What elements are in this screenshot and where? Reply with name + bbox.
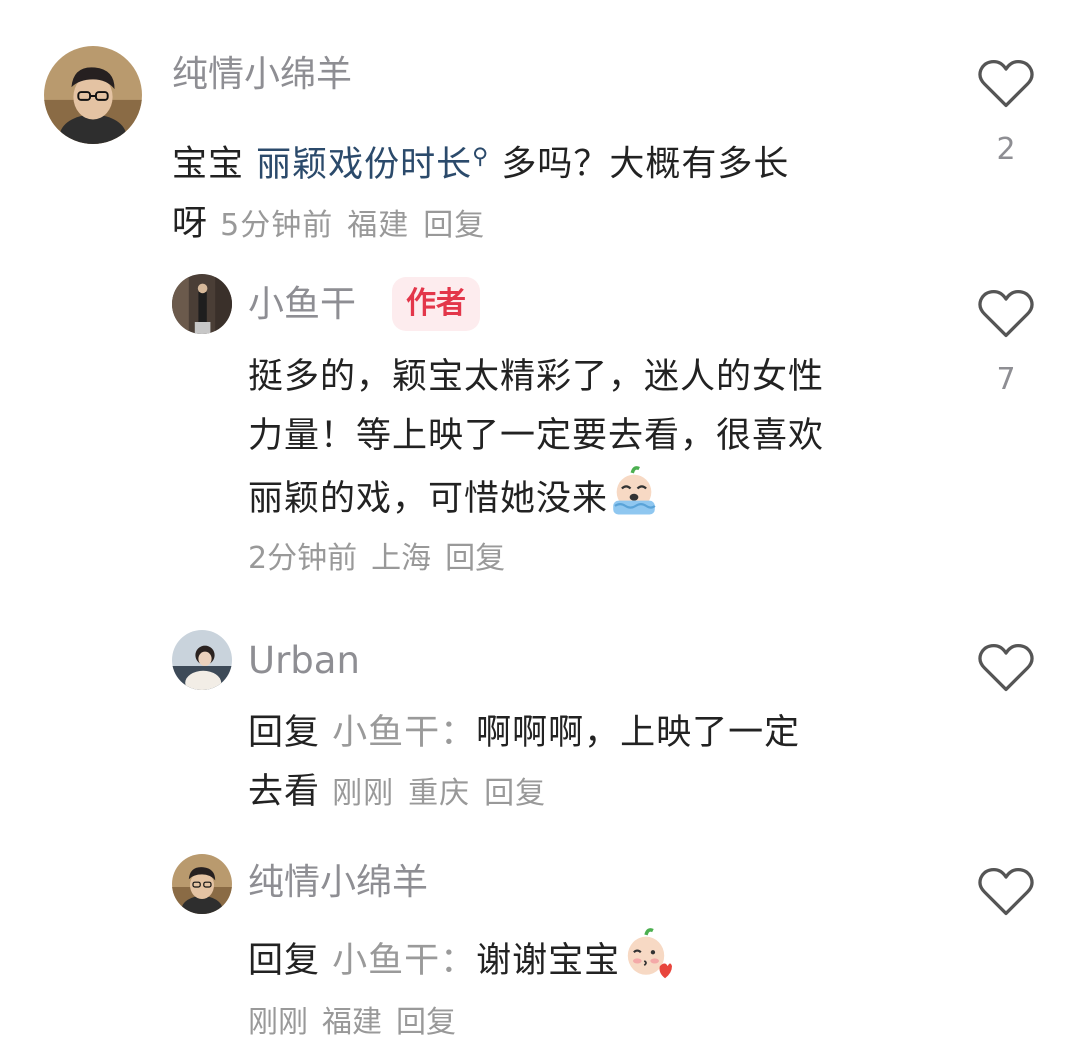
avatar[interactable] [172,854,232,914]
comment-text-part: 宝宝 [172,144,257,185]
reply-prefix: 回复 [248,713,321,753]
avatar[interactable] [172,274,232,334]
timestamp: 刚刚 [248,1005,308,1040]
location: 上海 [371,541,432,576]
timestamp: 5分钟前 [220,207,334,243]
username[interactable]: Urban [248,636,360,686]
comment-meta: 2分钟前 上海 回复 [248,536,519,582]
reply-prefix: 回复 [248,941,321,981]
username[interactable]: 纯情小绵羊 [172,50,352,100]
reply-to-username[interactable]: 小鱼干： [332,713,476,753]
crying-face-emoji [608,466,660,518]
reply-button[interactable]: 回复 [484,776,546,811]
comment-meta: 刚刚 福建 回复 [248,1000,470,1046]
comment-text: 回复 小鱼干：谢谢宝宝 [248,928,948,991]
username[interactable]: 小鱼干 [248,280,356,330]
reply-button[interactable]: 回复 [445,541,505,576]
blowing-kiss-emoji [620,928,673,980]
avatar[interactable] [172,630,232,690]
heart-icon [978,289,1034,338]
comment-line: 力量！等上映了一定要去看，很喜欢 [248,416,825,456]
comment-text-part: 多吗？大概有多长 [489,144,790,185]
like-button[interactable] [976,866,1036,918]
author-badge: 作者 [392,277,480,331]
search-icon: ⚲ [472,144,490,169]
heart-icon [978,643,1034,692]
reply-button[interactable]: 回复 [396,1005,456,1040]
username[interactable]: 纯情小绵羊 [248,858,428,908]
comment-line: 啊啊啊，上映了一定 [476,713,801,753]
avatar[interactable] [44,46,142,144]
comment-line: 丽颖的戏，可惜她没来 [248,479,609,519]
comment-text-part: 呀 [172,203,209,244]
search-link[interactable]: 丽颖戏份时长⚲ [256,144,490,185]
comment-text: 回复 小鱼干：啊啊啊，上映了一定 去看 刚刚 重庆 回复 [248,704,948,823]
like-button[interactable]: 2 [976,58,1036,167]
timestamp: 刚刚 [332,776,395,811]
location: 重庆 [408,776,471,811]
comment-line: 挺多的，颖宝太精彩了，迷人的女性 [248,357,825,397]
comment-line: 去看 [248,772,321,812]
like-count: 7 [996,362,1016,397]
search-link-label: 丽颖戏份时长 [256,144,473,185]
like-count: 2 [996,132,1016,167]
location: 福建 [322,1005,382,1040]
timestamp: 2分钟前 [248,541,358,576]
heart-icon [978,867,1034,916]
reply-button[interactable]: 回复 [423,208,485,243]
heart-icon [978,59,1034,108]
like-button[interactable] [976,642,1036,694]
comment-text: 挺多的，颖宝太精彩了，迷人的女性 力量！等上映了一定要去看，很喜欢 丽颖的戏，可… [248,348,948,529]
comment-text: 宝宝 丽颖戏份时长⚲ 多吗？大概有多长 呀 5分钟前 福建 回复 [172,127,932,255]
location: 福建 [347,207,410,243]
comment-line: 谢谢宝宝 [476,941,621,981]
reply-to-username[interactable]: 小鱼干： [332,941,476,981]
like-button[interactable]: 7 [976,288,1036,397]
